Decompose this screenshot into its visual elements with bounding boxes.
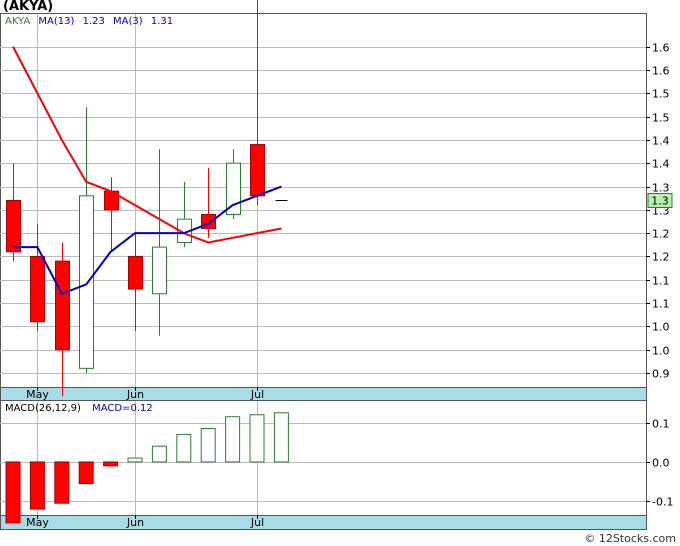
price-tick-label: 1.5	[652, 88, 670, 101]
macd-bar-positive	[273, 412, 289, 463]
candle-up	[79, 195, 94, 369]
candle-down	[250, 144, 265, 197]
price-tick-label: 1.1	[652, 275, 670, 288]
price-panel-frame	[0, 13, 647, 388]
last-price-label: 1.3	[651, 195, 669, 208]
price-tick-label: 1.4	[652, 135, 670, 148]
price-tick-label: 1.3	[652, 182, 670, 195]
svg-text:MACD(26,12,9) MACD=0.12: MACD(26,12,9) MACD=0.12	[5, 403, 153, 414]
legend-ma13-value: 1.23	[83, 16, 105, 27]
legend-ma3-label: MA(3)	[113, 16, 143, 27]
macd-date-band	[0, 515, 647, 530]
month-label: May	[26, 516, 49, 529]
price-tick-label: 1.2	[652, 251, 670, 264]
price-tick-label: 1.2	[652, 228, 670, 241]
legend-ma13-label: MA(13)	[38, 16, 74, 27]
stock-chart: 1.6 1.6 1.5 1.5 1.4 1.4 1.31.3 1.2 1.2 1.1 1.1 1.0 1…	[0, 0, 673, 530]
legend-macd-label: MACD(26,12,9)	[5, 403, 81, 414]
month-label: Jun	[126, 388, 144, 401]
price-tick-label: 1.6	[652, 42, 670, 55]
macd-bar-negative	[103, 461, 119, 467]
candle-up	[152, 246, 167, 295]
price-tick-label: 1.5	[652, 112, 670, 125]
price-tick-label: 1.1	[652, 298, 670, 311]
price-tick-label: 1.0	[652, 345, 670, 358]
macd-bar-positive	[225, 416, 241, 463]
price-tick-label: 1.6	[652, 65, 670, 78]
macd-panel-frame	[0, 400, 647, 516]
legend-ticker: AKYA	[5, 16, 30, 27]
month-label: Jul	[250, 388, 264, 401]
month-label: Jul	[250, 516, 264, 529]
macd-tick-label: -0.1	[652, 496, 673, 509]
price-tick-label: 0.9	[652, 368, 670, 381]
macd-bar-negative	[78, 461, 94, 485]
macd-bar-positive	[176, 433, 192, 463]
macd-tick-label: 0.0	[652, 457, 670, 470]
macd-tick-label: 0.1	[652, 418, 670, 431]
macd-bar-negative	[54, 461, 70, 504]
price-tick-label: 1.0	[652, 321, 670, 334]
macd-bar-positive	[200, 428, 216, 463]
legend-ma3-value: 1.31	[151, 16, 173, 27]
macd-bar-positive	[151, 445, 167, 463]
month-label: Jun	[126, 516, 144, 529]
macd-bar-positive	[249, 414, 265, 463]
candle-down	[128, 255, 143, 290]
macd-bar-positive	[127, 457, 143, 463]
candle-down	[6, 200, 21, 253]
price-date-band	[0, 387, 647, 401]
macd-bar-negative	[5, 461, 21, 524]
candle-down	[55, 260, 70, 351]
candle-up	[226, 162, 241, 215]
price-axis-ticks: 1.6 1.6 1.5 1.5 1.4 1.4 1.31.3 1.2 1.2 1.1 1.1 1.0 1…	[646, 42, 670, 381]
legend-macd-value: MACD=0.12	[92, 403, 153, 414]
site-credit: © 12Stocks.com	[584, 532, 676, 545]
candle-down	[30, 255, 45, 323]
month-label: May	[26, 388, 49, 401]
macd-bar-negative	[29, 461, 45, 510]
price-tick-label: 1.4	[652, 158, 670, 171]
macd-axis-ticks: 0.1 0.0 -0.1	[646, 418, 673, 509]
